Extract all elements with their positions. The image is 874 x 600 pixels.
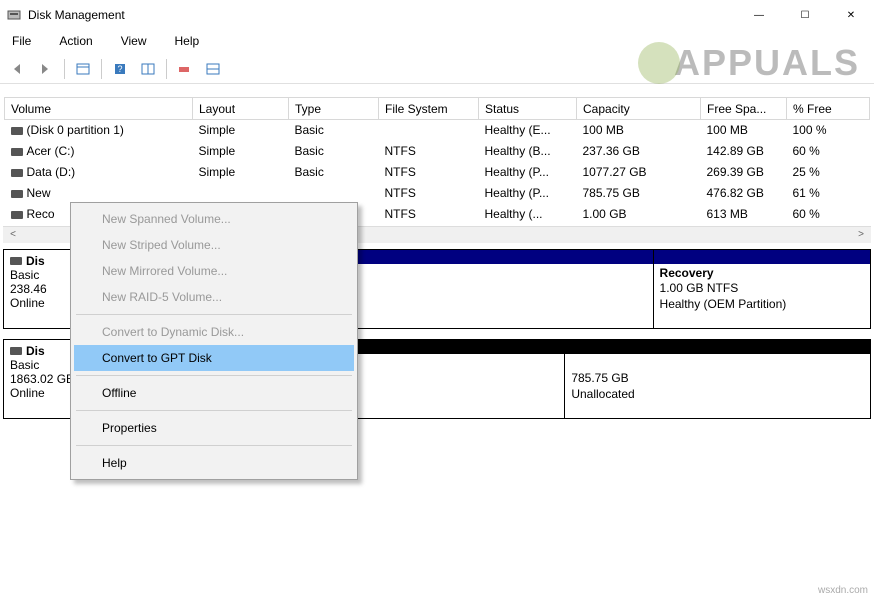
context-menu-separator	[76, 410, 352, 411]
cell-fs	[379, 120, 479, 141]
source-watermark: wsxdn.com	[818, 585, 868, 596]
forward-button[interactable]	[34, 57, 58, 81]
disk-0-partition-recovery[interactable]: Recovery 1.00 GB NTFS Healthy (OEM Parti…	[654, 250, 871, 328]
partition-header	[654, 250, 870, 264]
context-menu-item: New Spanned Volume...	[74, 206, 354, 232]
scroll-left-icon[interactable]: <	[5, 229, 21, 240]
close-button[interactable]: ✕	[828, 0, 874, 30]
col-capacity[interactable]: Capacity	[577, 98, 701, 120]
context-menu-item[interactable]: Offline	[74, 380, 354, 406]
cell-fs: NTFS	[379, 183, 479, 204]
cell-status: Healthy (B...	[479, 141, 577, 162]
column-headers[interactable]: Volume Layout Type File System Status Ca…	[5, 98, 870, 120]
col-filesystem[interactable]: File System	[379, 98, 479, 120]
volume-row[interactable]: Data (D:)SimpleBasicNTFSHealthy (P...107…	[5, 162, 870, 183]
toolbar: ?	[0, 54, 874, 84]
cell-type: Basic	[289, 141, 379, 162]
cell-fs: NTFS	[379, 162, 479, 183]
menu-file[interactable]: File	[6, 32, 37, 50]
svg-text:?: ?	[117, 64, 122, 74]
volume-icon	[11, 148, 23, 156]
cell-fs: NTFS	[379, 141, 479, 162]
cell-status: Healthy (...	[479, 204, 577, 225]
menu-help[interactable]: Help	[169, 32, 206, 50]
volume-icon	[11, 127, 23, 135]
partition-header	[565, 340, 870, 354]
volume-icon	[11, 211, 23, 219]
cell-name: (Disk 0 partition 1)	[5, 120, 193, 141]
cell-free: 100 MB	[701, 120, 787, 141]
cell-free: 269.39 GB	[701, 162, 787, 183]
cell-capacity: 237.36 GB	[577, 141, 701, 162]
volume-row[interactable]: (Disk 0 partition 1)SimpleBasic Healthy (…	[5, 120, 870, 141]
context-menu-item: New Striped Volume...	[74, 232, 354, 258]
cell-free: 476.82 GB	[701, 183, 787, 204]
cell-capacity: 100 MB	[577, 120, 701, 141]
cell-pct: 60 %	[787, 204, 870, 225]
volume-row[interactable]: Acer (C:)SimpleBasicNTFSHealthy (B...237…	[5, 141, 870, 162]
cell-pct: 61 %	[787, 183, 870, 204]
cell-capacity: 1.00 GB	[577, 204, 701, 225]
disk-1-partition-2[interactable]: 785.75 GB Unallocated	[565, 340, 871, 418]
context-menu-item[interactable]: Help	[74, 450, 354, 476]
window-title: Disk Management	[28, 8, 125, 22]
context-menu-item: New Mirrored Volume...	[74, 258, 354, 284]
cell-layout	[193, 183, 289, 204]
view-button-3[interactable]	[201, 57, 225, 81]
context-menu-item: Convert to Dynamic Disk...	[74, 319, 354, 345]
scroll-right-icon[interactable]: >	[853, 229, 869, 240]
col-type[interactable]: Type	[289, 98, 379, 120]
context-menu-item: New RAID-5 Volume...	[74, 284, 354, 310]
cell-type: Basic	[289, 120, 379, 141]
cell-status: Healthy (P...	[479, 162, 577, 183]
view-button-1[interactable]	[71, 57, 95, 81]
app-icon	[6, 7, 22, 23]
cell-layout: Simple	[193, 162, 289, 183]
col-volume[interactable]: Volume	[5, 98, 193, 120]
cell-status: Healthy (E...	[479, 120, 577, 141]
cell-pct: 25 %	[787, 162, 870, 183]
context-menu-separator	[76, 314, 352, 315]
refresh-button[interactable]	[173, 57, 197, 81]
col-layout[interactable]: Layout	[193, 98, 289, 120]
minimize-button[interactable]: —	[736, 0, 782, 30]
volume-icon	[11, 169, 23, 177]
cell-name: Acer (C:)	[5, 141, 193, 162]
maximize-button[interactable]: ☐	[782, 0, 828, 30]
back-button[interactable]	[6, 57, 30, 81]
context-menu-separator	[76, 445, 352, 446]
cell-status: Healthy (P...	[479, 183, 577, 204]
cell-pct: 100 %	[787, 120, 870, 141]
cell-type	[289, 183, 379, 204]
col-free[interactable]: Free Spa...	[701, 98, 787, 120]
menu-action[interactable]: Action	[53, 32, 98, 50]
titlebar: Disk Management — ☐ ✕	[0, 0, 874, 30]
cell-layout: Simple	[193, 120, 289, 141]
menu-view[interactable]: View	[115, 32, 153, 50]
cell-capacity: 1077.27 GB	[577, 162, 701, 183]
context-menu[interactable]: New Spanned Volume...New Striped Volume.…	[70, 202, 358, 480]
cell-type: Basic	[289, 162, 379, 183]
cell-layout: Simple	[193, 141, 289, 162]
cell-pct: 60 %	[787, 141, 870, 162]
volume-row[interactable]: New NTFSHealthy (P...785.75 GB476.82 GB61…	[5, 183, 870, 204]
context-menu-separator	[76, 375, 352, 376]
cell-free: 613 MB	[701, 204, 787, 225]
cell-capacity: 785.75 GB	[577, 183, 701, 204]
cell-free: 142.89 GB	[701, 141, 787, 162]
help-button[interactable]: ?	[108, 57, 132, 81]
col-status[interactable]: Status	[479, 98, 577, 120]
volume-icon	[11, 190, 23, 198]
context-menu-item[interactable]: Properties	[74, 415, 354, 441]
view-button-2[interactable]	[136, 57, 160, 81]
cell-name: Data (D:)	[5, 162, 193, 183]
col-pctfree[interactable]: % Free	[787, 98, 870, 120]
menubar: File Action View Help	[0, 30, 874, 54]
context-menu-item[interactable]: Convert to GPT Disk	[74, 345, 354, 371]
cell-fs: NTFS	[379, 204, 479, 225]
cell-name: New	[5, 183, 193, 204]
